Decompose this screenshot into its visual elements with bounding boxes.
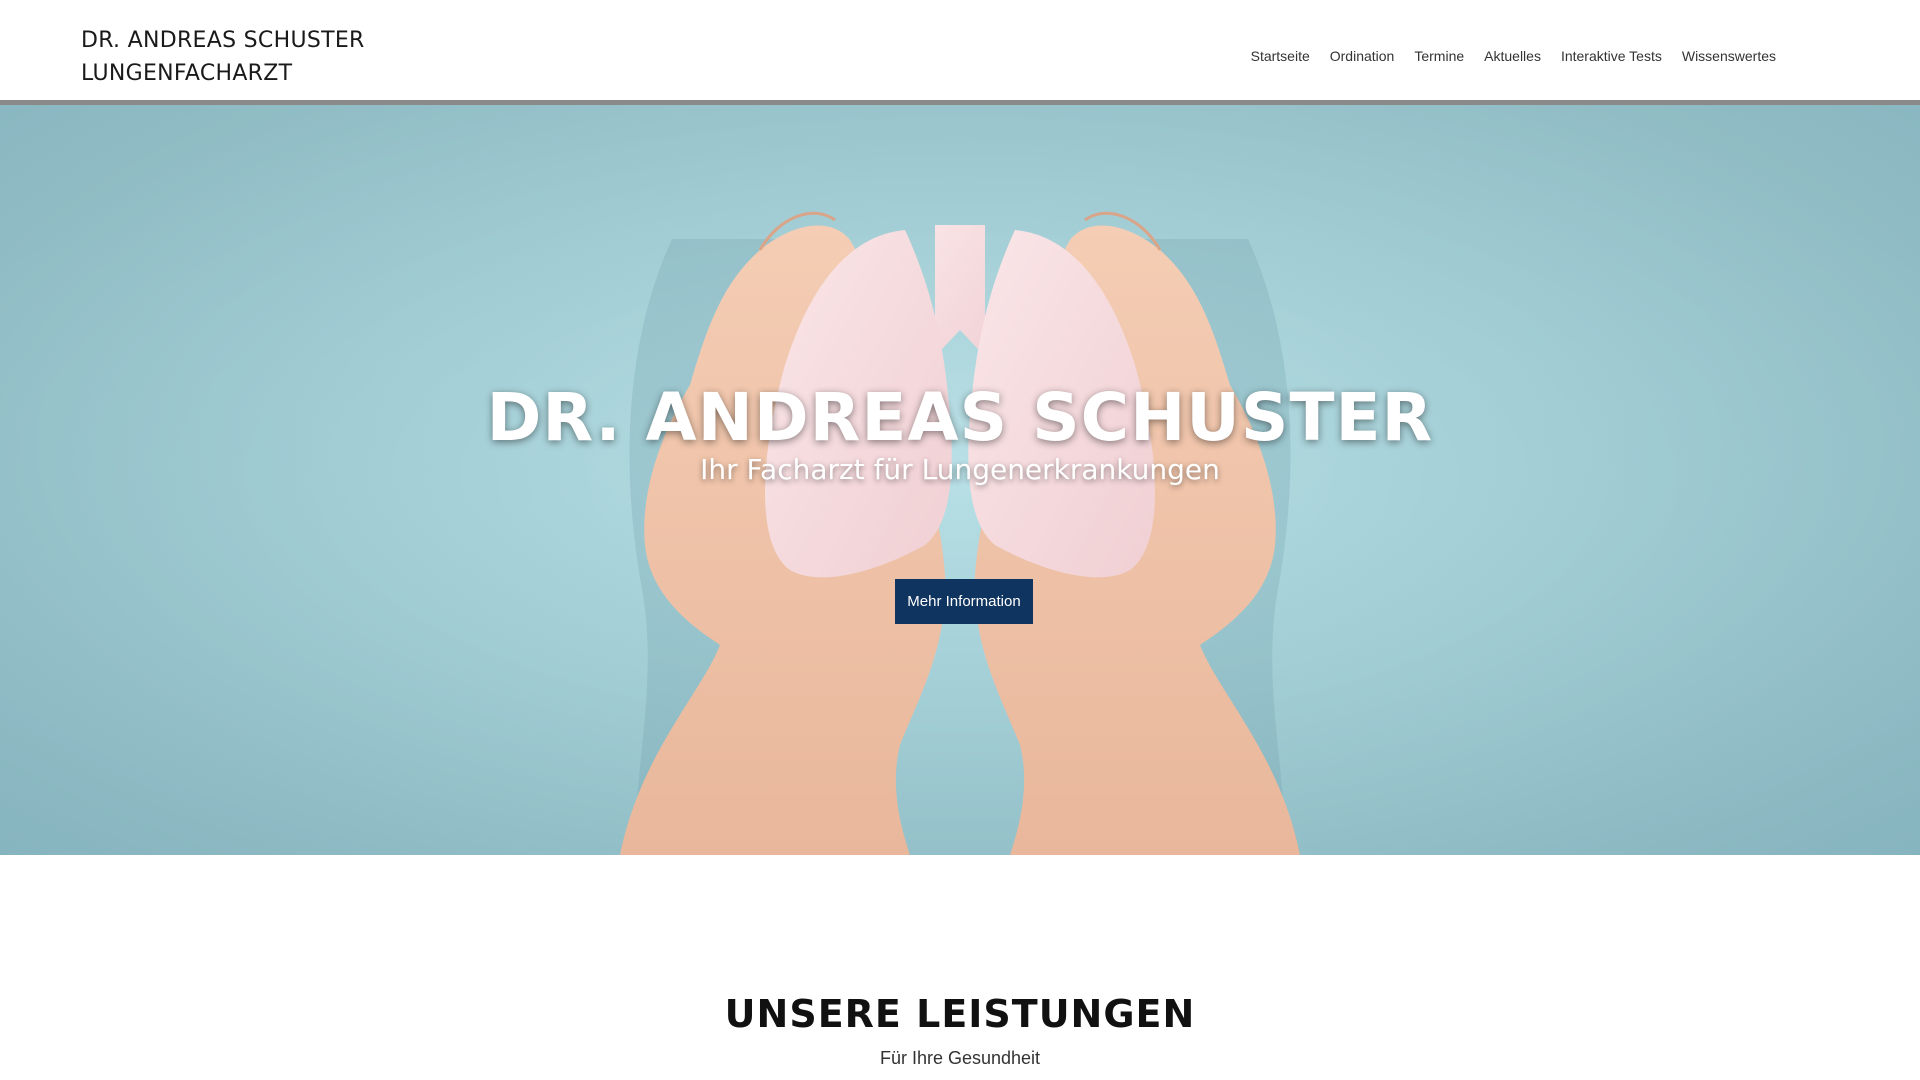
site-logo-text[interactable]: DR. ANDREAS SCHUSTER LUNGENFACHARZT (81, 24, 365, 90)
services-section-title: UNSERE LEISTUNGEN (724, 991, 1196, 1036)
brand-name: DR. ANDREAS SCHUSTER (81, 28, 365, 53)
brand-specialty: LUNGENFACHARZT (81, 61, 293, 86)
hero-banner: DR. ANDREAS SCHUSTER Ihr Facharzt für Lu… (0, 105, 1920, 855)
main-navigation: Startseite Ordination Termine Aktuelles … (1251, 48, 1776, 64)
services-section-subtitle: Für Ihre Gesundheit (879, 1048, 1041, 1068)
nav-item-wissenswertes[interactable]: Wissenswertes (1682, 48, 1776, 64)
nav-item-startseite[interactable]: Startseite (1251, 48, 1310, 64)
site-header: DR. ANDREAS SCHUSTER LUNGENFACHARZT Star… (0, 0, 1920, 100)
hero-subtitle: Ihr Facharzt für Lungenerkrankungen (700, 453, 1220, 486)
more-information-button[interactable]: Mehr Information (895, 579, 1033, 624)
nav-item-termine[interactable]: Termine (1414, 48, 1464, 64)
hero-title: DR. ANDREAS SCHUSTER (486, 379, 1434, 457)
nav-item-interaktive-tests[interactable]: Interaktive Tests (1561, 48, 1662, 64)
nav-item-ordination[interactable]: Ordination (1330, 48, 1395, 64)
nav-item-aktuelles[interactable]: Aktuelles (1484, 48, 1541, 64)
